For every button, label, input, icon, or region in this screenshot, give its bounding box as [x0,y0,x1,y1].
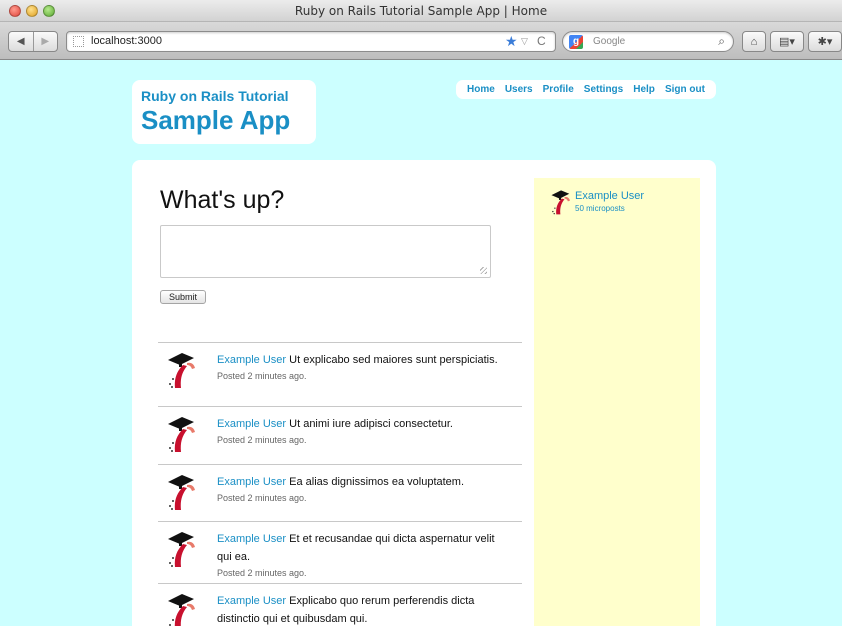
history-nav: ◀ ▶ [8,31,58,52]
micropost-feed: Example User Ut explicabo sed maiores su… [158,342,522,626]
site-nav: Home Users Profile Settings Help Sign ou… [456,80,716,99]
home-icon: ⌂ [750,35,758,48]
search-placeholder: Google [593,36,626,47]
avatar[interactable] [162,415,196,453]
window-titlebar: Ruby on Rails Tutorial Sample App | Home [0,0,842,22]
sidebar-micropost-count: 50 microposts [575,204,625,213]
address-bar[interactable]: localhost:3000 ★ ▽ C [66,31,556,52]
avatar[interactable] [162,351,196,389]
url-dropdown-icon[interactable]: ▽ [521,36,528,47]
feed-item: Example User Ut explicabo sed maiores su… [158,342,522,406]
url-text: localhost:3000 [91,35,162,47]
back-button[interactable]: ◀ [9,32,33,51]
feed-content: Ea alias dignissimos ea voluptatem. [289,476,465,488]
feed-timestamp: Posted 2 minutes ago. [217,568,307,578]
logo-title: Sample App [141,105,291,135]
nav-profile[interactable]: Profile [543,84,574,95]
feed-item-body: Example User Et et recusandae qui dicta … [217,530,507,580]
resize-grip-icon[interactable] [480,267,487,274]
feed-item: Example User Ut animi iure adipisci cons… [158,406,522,464]
feed-user-link[interactable]: Example User [217,595,286,607]
sidebar-user-name[interactable]: Example User [575,190,644,202]
google-icon[interactable]: g [569,35,583,49]
home-button[interactable]: ⌂ [742,31,766,52]
nav-sign-out[interactable]: Sign out [665,84,705,95]
feed-timestamp: Posted 2 minutes ago. [217,371,307,381]
feed-item-body: Example User Ut explicabo sed maiores su… [217,351,507,383]
avatar[interactable] [162,592,196,626]
avatar[interactable] [547,189,571,215]
puzzle-icon: ✱▾ [817,36,833,48]
feed-timestamp: Posted 2 minutes ago. [217,435,307,445]
logo-subtitle: Ruby on Rails Tutorial [141,88,289,104]
feed-item: Example User Ea alias dignissimos ea vol… [158,464,522,521]
nav-settings[interactable]: Settings [584,84,623,95]
nav-users[interactable]: Users [505,84,533,95]
browser-toolbar: ◀ ▶ localhost:3000 ★ ▽ C g Google ⌕ ⌂ ▤▾… [0,22,842,60]
feed-user-link[interactable]: Example User [217,418,286,430]
bookmarks-button[interactable]: ▤▾ [770,31,804,52]
feed-timestamp: Posted 2 minutes ago. [217,493,307,503]
nav-help[interactable]: Help [633,84,655,95]
forward-button[interactable]: ▶ [32,32,58,51]
feed-item: Example User Explicabo quo rerum perfere… [158,583,522,626]
addons-button[interactable]: ✱▾ [808,31,842,52]
site-logo[interactable]: Ruby on Rails Tutorial Sample App [132,80,316,144]
feed-user-link[interactable]: Example User [217,354,286,366]
feed-item-body: Example User Ut animi iure adipisci cons… [217,415,507,447]
bookmark-star-icon[interactable]: ★ [505,33,518,50]
feed-item-body: Example User Explicabo quo rerum perfere… [217,592,507,626]
page-title: What's up? [160,186,285,214]
feed-user-link[interactable]: Example User [217,533,286,545]
avatar[interactable] [162,473,196,511]
feed-content: Ut explicabo sed maiores sunt perspiciat… [289,354,498,366]
main-content: What's up? Submit Example User Ut explic… [132,160,716,626]
reload-icon[interactable]: C [537,34,546,48]
nav-home[interactable]: Home [467,84,495,95]
bookmarks-icon: ▤▾ [779,36,795,48]
window-title: Ruby on Rails Tutorial Sample App | Home [294,4,548,18]
micropost-textarea[interactable] [160,225,491,278]
feed-item: Example User Et et recusandae qui dicta … [158,521,522,583]
sidebar: Example User 50 microposts [534,178,700,626]
submit-button[interactable]: Submit [160,290,206,304]
feed-item-body: Example User Ea alias dignissimos ea vol… [217,473,507,505]
search-icon[interactable]: ⌕ [718,34,725,49]
feed-user-link[interactable]: Example User [217,476,286,488]
search-bar[interactable]: g Google ⌕ [562,31,734,52]
feed-content: Ut animi iure adipisci consectetur. [289,418,453,430]
page-favicon-icon [73,36,84,47]
avatar[interactable] [162,530,196,568]
